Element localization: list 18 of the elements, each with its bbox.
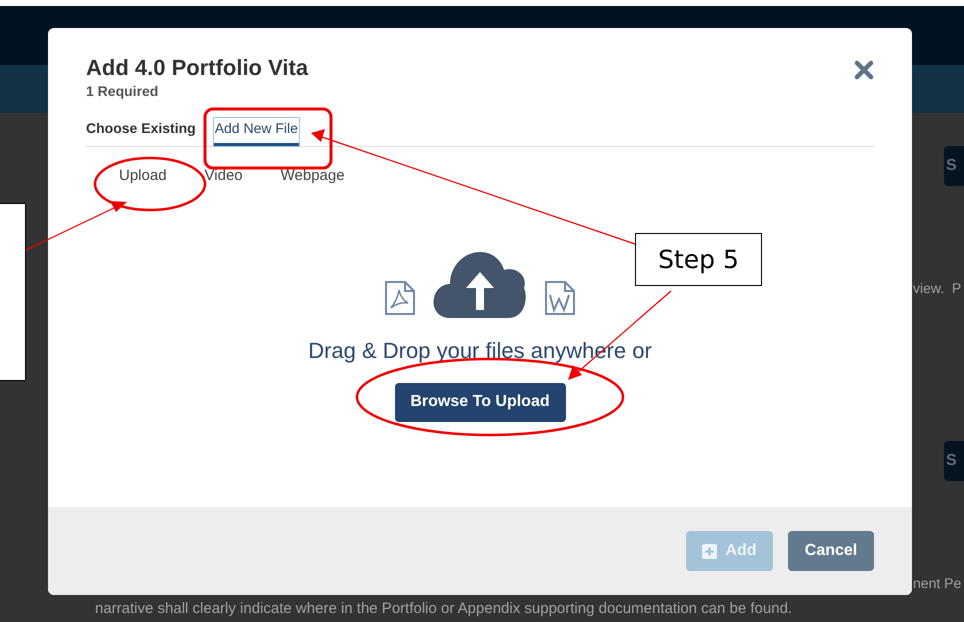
background-text: narrative shall clearly indicate where in the Portfolio or Appendix supporting documentation can be found. [95, 599, 792, 619]
background-text: nent Pe [913, 574, 962, 593]
close-icon [854, 60, 874, 80]
step-callout: Step 5 [635, 233, 762, 286]
background-text: view. P [913, 279, 962, 298]
tab[interactable]: Add New File [214, 118, 299, 146]
close-button[interactable] [854, 60, 874, 80]
subtab[interactable]: Webpage [280, 165, 345, 188]
modal-subtitle: 1 Required [86, 82, 160, 100]
plus-icon [702, 544, 718, 558]
modal-title: Add 4.0 Portfolio Vita [86, 54, 308, 82]
subtab[interactable]: Video [204, 165, 243, 188]
pdf-file-icon [384, 280, 416, 316]
browse-button[interactable]: Browse To Upload [394, 382, 566, 422]
cancel-button[interactable]: Cancel [788, 531, 874, 571]
tab[interactable]: Choose Existing [86, 118, 196, 146]
subtab[interactable]: Upload [119, 165, 167, 188]
word-file-icon [544, 280, 576, 316]
